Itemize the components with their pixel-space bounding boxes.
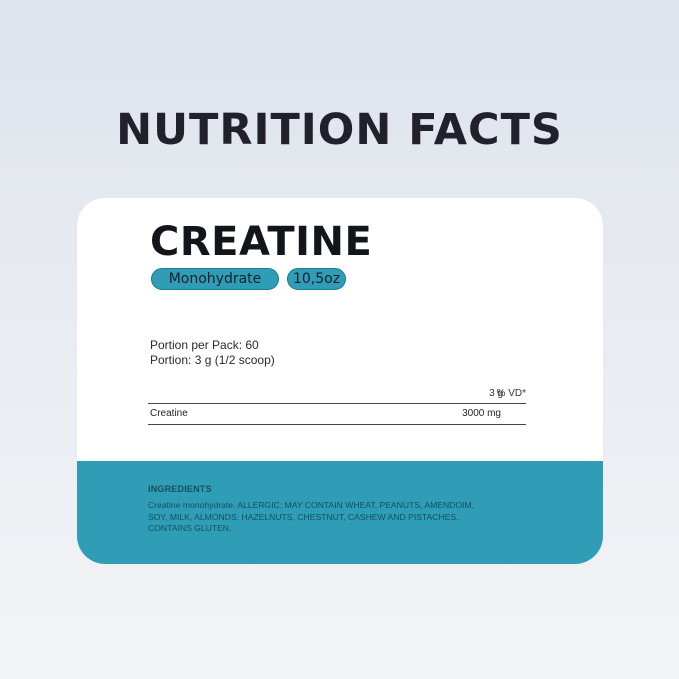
portion-size: Portion: 3 g (1/2 scoop) xyxy=(150,353,275,367)
row-nutrient-amount: 3000 mg xyxy=(462,408,501,419)
ingredients-title: INGREDIENTS xyxy=(148,484,212,494)
table-row: Creatine 3000 mg xyxy=(148,407,526,423)
row-nutrient-name: Creatine xyxy=(150,408,188,419)
nutrition-card: CREATINE Monohydrate 10,5oz Portion per … xyxy=(77,198,603,564)
page-title: NUTRITION FACTS xyxy=(116,105,563,155)
ingredients-panel: INGREDIENTS Creatine monohydrate. ALLERG… xyxy=(77,461,603,564)
nutrition-table-header: 3 g % VD* xyxy=(148,387,526,403)
size-badge: 10,5oz xyxy=(287,268,346,290)
portion-per-pack: Portion per Pack: 60 xyxy=(150,338,259,352)
product-name: CREATINE xyxy=(150,219,373,265)
variant-badge: Monohydrate xyxy=(151,268,279,290)
column-header-vd: % VD* xyxy=(496,388,526,399)
column-header-amount: 3 g xyxy=(489,388,503,399)
table-divider xyxy=(148,403,526,404)
table-divider xyxy=(148,424,526,425)
ingredients-text: Creatine monohydrate. ALLERGIC: MAY CONT… xyxy=(148,500,475,533)
